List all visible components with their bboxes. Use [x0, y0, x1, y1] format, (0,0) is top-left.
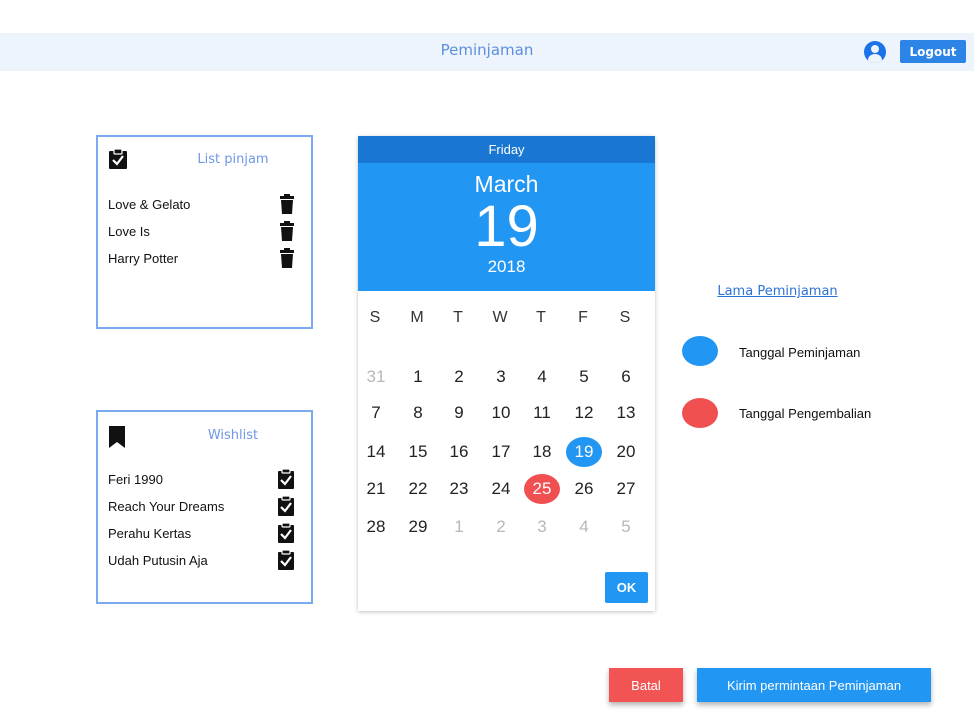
calendar-day[interactable]: 13 — [608, 398, 644, 428]
calendar-day[interactable]: 18 — [524, 437, 560, 467]
calendar-day[interactable]: 19 — [566, 437, 602, 467]
calendar-day[interactable]: 9 — [441, 398, 477, 428]
calendar-day[interactable]: 16 — [441, 437, 477, 467]
list-item: Love Is — [108, 221, 299, 243]
calendar-day[interactable]: 5 — [566, 362, 602, 392]
calendar-day[interactable]: 1 — [400, 362, 436, 392]
return-date-label: Tanggal Pengembalian — [739, 406, 872, 421]
calendar-day-outside-month: 3 — [537, 517, 547, 536]
calendar-day[interactable]: 10 — [483, 398, 519, 428]
weekday-header: M — [410, 309, 424, 326]
calendar-day[interactable]: 6 — [608, 362, 644, 392]
calendar-day-outside-month: 31 — [366, 367, 386, 386]
calendar-day[interactable]: 11 — [524, 398, 560, 428]
cancel-button[interactable]: Batal — [609, 668, 683, 702]
calendar-day[interactable]: 4 — [524, 362, 560, 392]
calendar-day-outside-month: 4 — [579, 517, 589, 536]
date-picker-header: March 19 2018 — [358, 163, 655, 291]
borrow-date-label: Tanggal Peminjaman — [739, 345, 861, 360]
book-title: Love Is — [108, 224, 150, 239]
wishlist-panel: Wishlist Feri 1990 Reach Your Dreams Per… — [96, 410, 313, 604]
list-pinjam-title: List pinjam — [197, 152, 269, 167]
calendar-day[interactable]: 7 — [358, 398, 394, 428]
user-avatar-icon[interactable] — [864, 41, 886, 63]
clipboard-check-icon[interactable] — [277, 469, 295, 489]
ok-button[interactable]: OK — [605, 572, 648, 603]
selected-day: 19 — [474, 194, 539, 259]
trash-icon[interactable] — [279, 221, 295, 241]
calendar-day[interactable]: 20 — [608, 437, 644, 467]
selected-year[interactable]: 2018 — [358, 257, 655, 277]
calendar-day-outside-month: 1 — [454, 517, 464, 536]
book-title: Feri 1990 — [108, 472, 163, 487]
calendar-day[interactable]: 8 — [400, 398, 436, 428]
date-picker: Friday March 19 2018 OK S M T W T F S 31 1 2 3 4 5 6 7… — [358, 136, 655, 611]
calendar-day[interactable]: 25 — [524, 474, 560, 504]
list-item: Perahu Kertas — [108, 523, 299, 545]
selected-weekday: Friday — [358, 136, 655, 163]
clipboard-check-icon[interactable] — [277, 496, 295, 516]
book-title: Reach Your Dreams — [108, 499, 225, 514]
list-item: Harry Potter — [108, 248, 299, 270]
bookmark-icon — [109, 426, 125, 448]
weekday-header: T — [453, 309, 463, 326]
weekday-header: T — [536, 309, 546, 326]
list-item: Udah Putusin Aja — [108, 550, 299, 572]
trash-icon[interactable] — [279, 194, 295, 214]
calendar-day[interactable]: 26 — [566, 474, 602, 504]
calendar-day[interactable]: 22 — [400, 474, 436, 504]
calendar-day[interactable]: 17 — [483, 437, 519, 467]
submit-request-button[interactable]: Kirim permintaan Peminjaman — [697, 668, 931, 702]
calendar-day[interactable]: 15 — [400, 437, 436, 467]
calendar-day[interactable]: 28 — [358, 512, 394, 542]
calendar-day-outside-month: 5 — [621, 517, 631, 536]
wishlist-title: Wishlist — [207, 428, 259, 443]
weekday-header: S — [619, 309, 631, 326]
calendar-day[interactable]: 2 — [441, 362, 477, 392]
calendar-day[interactable]: 29 — [400, 512, 436, 542]
logout-button[interactable]: Logout — [900, 40, 966, 63]
list-item: Feri 1990 — [108, 469, 299, 491]
weekday-header: W — [492, 309, 508, 326]
return-date-color-dot — [682, 398, 718, 428]
clipboard-check-icon[interactable] — [277, 550, 295, 570]
lama-peminjaman-link[interactable]: Lama Peminjaman — [700, 284, 855, 299]
calendar-day[interactable]: 27 — [608, 474, 644, 504]
borrow-date-color-dot — [682, 336, 718, 366]
calendar-day[interactable]: 23 — [441, 474, 477, 504]
calendar-day-outside-month: 2 — [496, 517, 506, 536]
weekday-header: F — [578, 309, 588, 326]
page-title: Peminjaman — [440, 41, 534, 59]
book-title: Love & Gelato — [108, 197, 191, 212]
calendar-day[interactable]: 24 — [483, 474, 519, 504]
list-item: Love & Gelato — [108, 194, 299, 216]
calendar-day[interactable]: 14 — [358, 437, 394, 467]
list-item: Reach Your Dreams — [108, 496, 299, 518]
clipboard-check-icon — [109, 148, 127, 169]
calendar-day[interactable]: 3 — [483, 362, 519, 392]
clipboard-check-icon[interactable] — [277, 523, 295, 543]
book-title: Harry Potter — [108, 251, 179, 266]
calendar-day[interactable]: 12 — [566, 398, 602, 428]
book-title: Udah Putusin Aja — [108, 553, 208, 568]
trash-icon[interactable] — [279, 248, 295, 268]
weekday-header: S — [369, 309, 381, 326]
book-title: Perahu Kertas — [108, 526, 192, 541]
list-pinjam-panel: List pinjam Love & Gelato Love Is Harry … — [96, 135, 313, 329]
top-bar: Peminjaman Logout — [0, 33, 974, 71]
calendar-day[interactable]: 21 — [358, 474, 394, 504]
